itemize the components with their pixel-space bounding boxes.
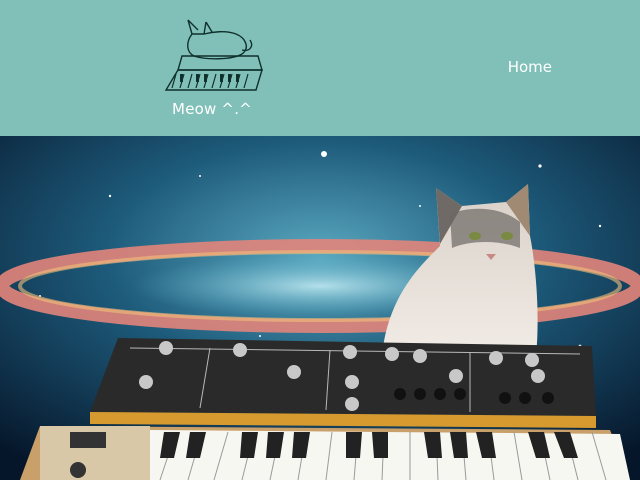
synthesizer-figure [20,338,630,480]
site-header: Meow ^.^ Home [0,0,640,136]
cat-synth-space-illustration [0,136,640,480]
brand-name[interactable]: Meow ^.^ [150,100,274,118]
hero-image [0,136,640,480]
cat-on-synth-icon[interactable] [160,16,266,94]
nav-home-link[interactable]: Home [508,58,552,76]
